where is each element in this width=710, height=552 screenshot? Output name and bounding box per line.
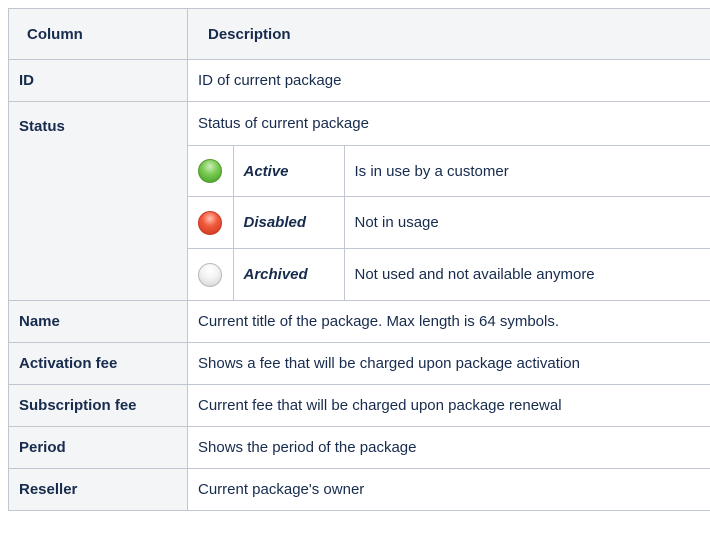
status-description-active: Is in use by a customer: [343, 145, 710, 197]
table-row-status: Status Status of current package Active …: [8, 101, 710, 301]
table-row-period: Period Shows the period of the package: [8, 426, 710, 469]
field-name-status: Status: [8, 101, 188, 301]
status-row-archived: Archived Not used and not available anym…: [188, 248, 710, 300]
table-row-name: Name Current title of the package. Max l…: [8, 300, 710, 343]
status-row-disabled: Disabled Not in usage: [188, 196, 710, 249]
field-description-id: ID of current package: [187, 59, 710, 102]
field-name-reseller: Reseller: [8, 468, 188, 511]
status-description-disabled: Not in usage: [343, 196, 710, 249]
table-row-activation-fee: Activation fee Shows a fee that will be …: [8, 342, 710, 385]
green-status-dot-icon: [198, 159, 223, 183]
field-name-subscription-fee: Subscription fee: [8, 384, 188, 427]
column-header: Column: [8, 8, 188, 60]
field-description-reseller: Current package's owner: [187, 468, 710, 511]
status-values-table: Active Is in use by a customer Disabled …: [188, 145, 710, 300]
status-name-disabled: Disabled: [232, 196, 345, 249]
field-name-period: Period: [8, 426, 188, 469]
table-row-reseller: Reseller Current package's owner: [8, 468, 710, 511]
status-icon-cell: [188, 145, 234, 197]
status-name-active: Active: [232, 145, 345, 197]
status-row-active: Active Is in use by a customer: [188, 145, 710, 197]
field-description-status: Status of current package Active Is in u…: [187, 101, 710, 301]
table-row-id: ID ID of current package: [8, 59, 710, 102]
field-name-activation-fee: Activation fee: [8, 342, 188, 385]
field-name-id: ID: [8, 59, 188, 102]
field-description-subscription-fee: Current fee that will be charged upon pa…: [187, 384, 710, 427]
header-row: Column Description: [8, 8, 710, 60]
package-fields-table: Column Description ID ID of current pack…: [8, 8, 710, 511]
field-description-name: Current title of the package. Max length…: [187, 300, 710, 343]
field-description-period: Shows the period of the package: [187, 426, 710, 469]
status-description: Status of current package: [198, 115, 369, 132]
status-name-archived: Archived: [232, 248, 345, 300]
description-header: Description: [187, 8, 710, 60]
field-description-activation-fee: Shows a fee that will be charged upon pa…: [187, 342, 710, 385]
red-status-dot-icon: [198, 210, 223, 235]
field-name-name: Name: [8, 300, 188, 343]
status-icon-cell: [188, 196, 234, 249]
status-icon-cell: [188, 248, 234, 300]
status-description-archived: Not used and not available anymore: [343, 248, 710, 300]
page: Column Description ID ID of current pack…: [0, 0, 710, 552]
white-status-dot-icon: [198, 262, 223, 287]
table-row-subscription-fee: Subscription fee Current fee that will b…: [8, 384, 710, 427]
